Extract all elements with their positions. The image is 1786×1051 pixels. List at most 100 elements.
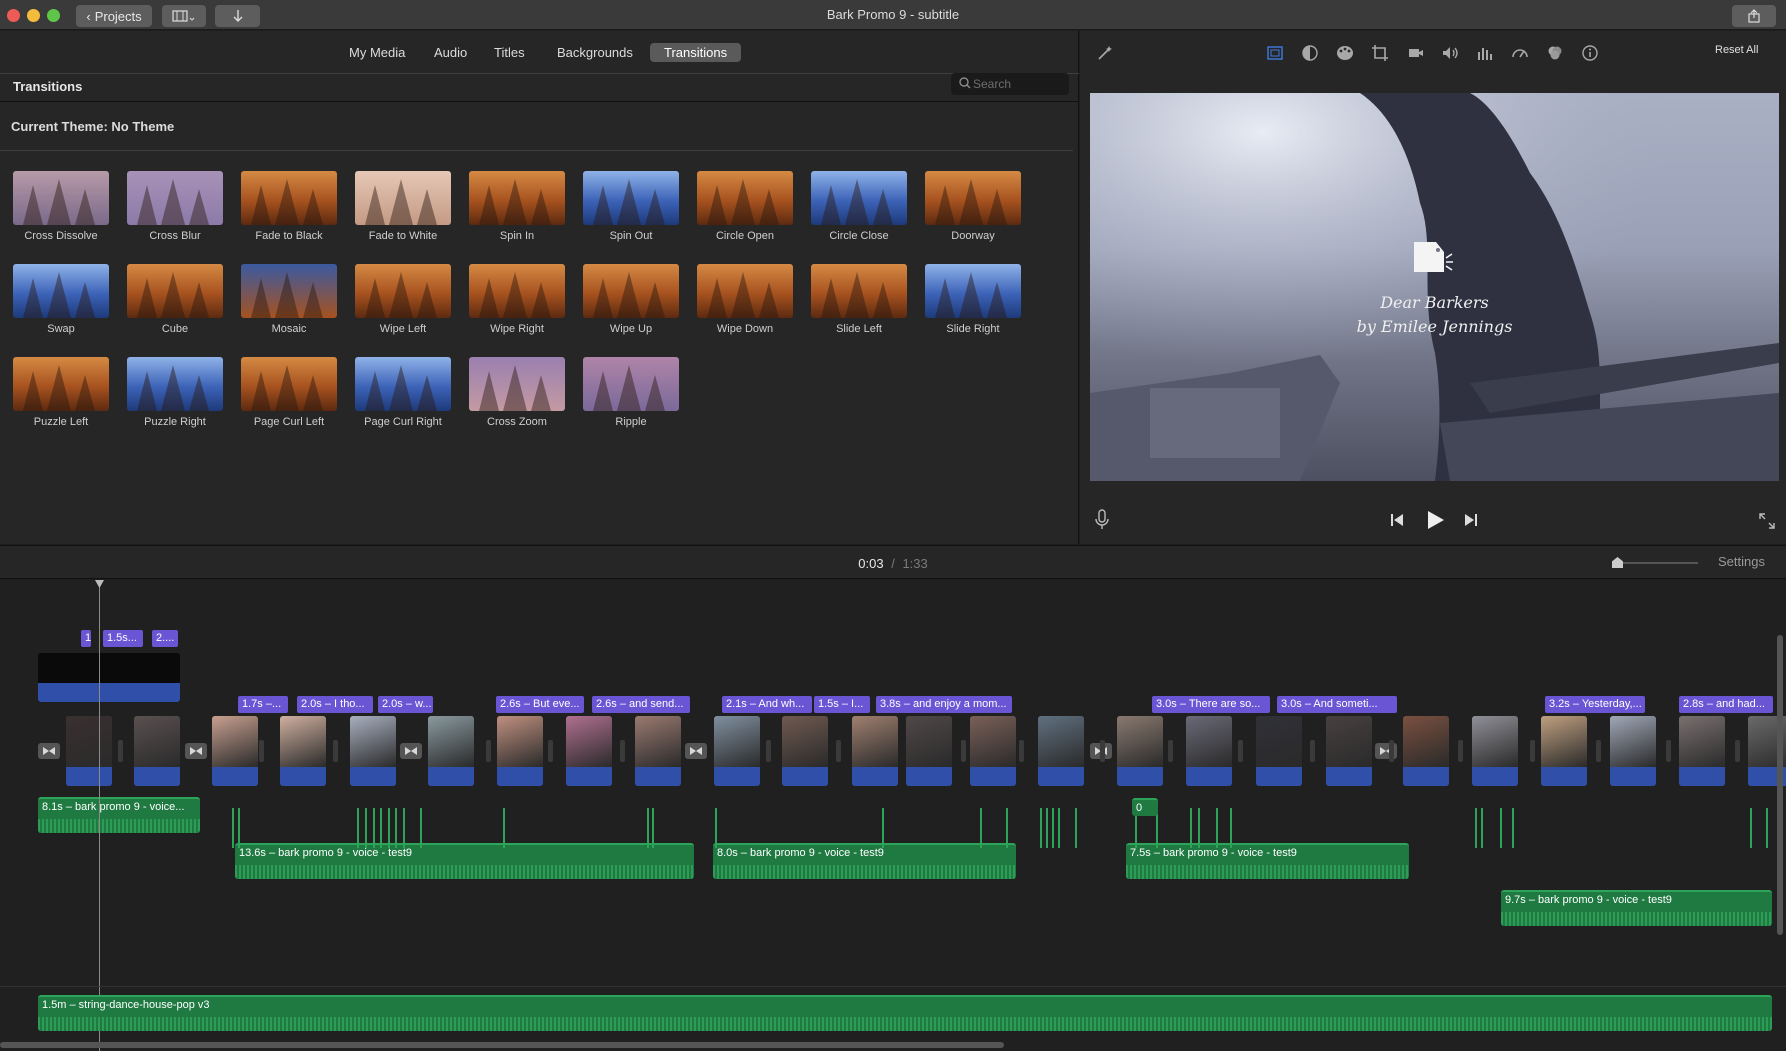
subtitle-caption[interactable]: 2.8s – and had...: [1679, 696, 1773, 713]
transition-marker[interactable]: [185, 743, 207, 759]
video-clip[interactable]: [497, 716, 543, 786]
transition-tile[interactable]: Cross Dissolve: [0, 171, 114, 253]
transition-marker[interactable]: [400, 743, 422, 759]
color-balance-icon[interactable]: [1265, 43, 1285, 63]
transition-tile[interactable]: Wipe Left: [342, 264, 456, 346]
settings-button[interactable]: Settings: [1718, 554, 1765, 569]
video-clip[interactable]: [906, 716, 952, 786]
transition-tile[interactable]: Wipe Down: [684, 264, 798, 346]
video-clip[interactable]: [1186, 716, 1232, 786]
equalizer-icon[interactable]: [1475, 43, 1495, 63]
vertical-scrollbar[interactable]: [1777, 635, 1783, 935]
transition-tile[interactable]: Slide Left: [798, 264, 912, 346]
voice-audio-clip[interactable]: 8.0s – bark promo 9 - voice - test9: [713, 843, 1016, 879]
subtitle-caption[interactable]: 3.2s – Yesterday,...: [1545, 696, 1645, 713]
video-clip[interactable]: [1326, 716, 1372, 786]
short-audio-clip[interactable]: 0: [1132, 798, 1158, 816]
subtitle-caption[interactable]: 2....: [152, 630, 178, 647]
transition-tile[interactable]: Slide Right: [912, 264, 1026, 346]
horizontal-scrollbar[interactable]: [0, 1042, 1004, 1048]
reset-all-button[interactable]: Reset All: [1715, 44, 1758, 56]
library-view-button[interactable]: [162, 5, 206, 27]
color-correction-icon[interactable]: [1300, 43, 1320, 63]
transition-tile[interactable]: Cross Zoom: [456, 357, 570, 439]
video-clip[interactable]: [1541, 716, 1587, 786]
title-clip[interactable]: [38, 653, 180, 702]
video-clip[interactable]: [1679, 716, 1725, 786]
transition-tile[interactable]: Doorway: [912, 171, 1026, 253]
subtitle-caption[interactable]: 2.0s – w...: [378, 696, 433, 713]
enhance-wand-icon[interactable]: [1095, 43, 1115, 63]
transition-tile[interactable]: Fade to White: [342, 171, 456, 253]
voice-audio-clip[interactable]: 9.7s – bark promo 9 - voice - test9: [1501, 890, 1772, 926]
voice-audio-clip[interactable]: 13.6s – bark promo 9 - voice - test9: [235, 843, 694, 879]
video-clip[interactable]: [1403, 716, 1449, 786]
transition-marker[interactable]: [685, 743, 707, 759]
fullscreen-button[interactable]: [1758, 512, 1776, 535]
subtitle-caption[interactable]: 3.8s – and enjoy a mom...: [876, 696, 1012, 713]
video-clip[interactable]: [852, 716, 898, 786]
video-clip[interactable]: [280, 716, 326, 786]
video-clip[interactable]: [428, 716, 474, 786]
transition-tile[interactable]: Cube: [114, 264, 228, 346]
transition-tile[interactable]: Wipe Up: [570, 264, 684, 346]
subtitle-caption[interactable]: 1.7s –...: [238, 696, 288, 713]
palette-icon[interactable]: [1335, 43, 1355, 63]
transition-tile[interactable]: Wipe Right: [456, 264, 570, 346]
transition-tile[interactable]: Fade to Black: [228, 171, 342, 253]
minimize-window-button[interactable]: [27, 9, 40, 22]
video-clip[interactable]: [212, 716, 258, 786]
subtitle-caption[interactable]: 2.0s – I tho...: [297, 696, 373, 713]
stabilization-icon[interactable]: [1405, 43, 1425, 63]
video-clip[interactable]: [134, 716, 180, 786]
video-clip[interactable]: [1472, 716, 1518, 786]
projects-button[interactable]: ‹ Projects: [76, 5, 152, 27]
transition-tile[interactable]: Puzzle Right: [114, 357, 228, 439]
transition-tile[interactable]: Spin Out: [570, 171, 684, 253]
video-clip[interactable]: [635, 716, 681, 786]
tab-my-media[interactable]: My Media: [335, 43, 419, 62]
tab-transitions[interactable]: Transitions: [650, 43, 742, 62]
subtitle-caption[interactable]: 2.6s – and send...: [592, 696, 690, 713]
subtitle-caption[interactable]: 1.5s...: [103, 630, 143, 647]
transition-tile[interactable]: Puzzle Left: [0, 357, 114, 439]
video-clip[interactable]: [970, 716, 1016, 786]
transition-tile[interactable]: Page Curl Right: [342, 357, 456, 439]
transition-tile[interactable]: Spin In: [456, 171, 570, 253]
transition-tile[interactable]: Cross Blur: [114, 171, 228, 253]
subtitle-caption[interactable]: 3.0s – And someti...: [1277, 696, 1397, 713]
filter-icon[interactable]: [1545, 43, 1565, 63]
transition-tile[interactable]: Mosaic: [228, 264, 342, 346]
subtitle-caption[interactable]: 1.5s – I...: [814, 696, 870, 713]
zoom-window-button[interactable]: [47, 9, 60, 22]
transition-tile[interactable]: Ripple: [570, 357, 684, 439]
subtitle-caption[interactable]: 3.0s – There are so...: [1152, 696, 1270, 713]
import-button[interactable]: [215, 5, 260, 27]
skip-forward-button[interactable]: [1463, 512, 1479, 533]
transition-tile[interactable]: Page Curl Left: [228, 357, 342, 439]
close-window-button[interactable]: [7, 9, 20, 22]
video-clip[interactable]: [1256, 716, 1302, 786]
video-clip[interactable]: [714, 716, 760, 786]
video-clip[interactable]: [1610, 716, 1656, 786]
share-button[interactable]: [1732, 5, 1776, 27]
info-icon[interactable]: [1580, 43, 1600, 63]
video-clip[interactable]: [1117, 716, 1163, 786]
video-clip[interactable]: [1038, 716, 1084, 786]
transition-tile[interactable]: Circle Close: [798, 171, 912, 253]
voiceover-button[interactable]: [1094, 509, 1110, 536]
video-clip[interactable]: [782, 716, 828, 786]
playhead[interactable]: [95, 580, 104, 1051]
subtitle-caption[interactable]: 2.6s – But eve...: [496, 696, 584, 713]
playhead-handle[interactable]: [95, 580, 104, 588]
volume-icon[interactable]: [1440, 43, 1460, 63]
transition-tile[interactable]: Swap: [0, 264, 114, 346]
play-button[interactable]: [1424, 509, 1446, 536]
voice-audio-clip[interactable]: 7.5s – bark promo 9 - voice - test9: [1126, 843, 1409, 879]
subtitle-caption[interactable]: 2.1s – And wh...: [722, 696, 812, 713]
crop-icon[interactable]: [1370, 43, 1390, 63]
tab-backgrounds[interactable]: Backgrounds: [543, 43, 647, 62]
speed-icon[interactable]: [1510, 43, 1530, 63]
video-clip[interactable]: [566, 716, 612, 786]
video-clip[interactable]: [350, 716, 396, 786]
